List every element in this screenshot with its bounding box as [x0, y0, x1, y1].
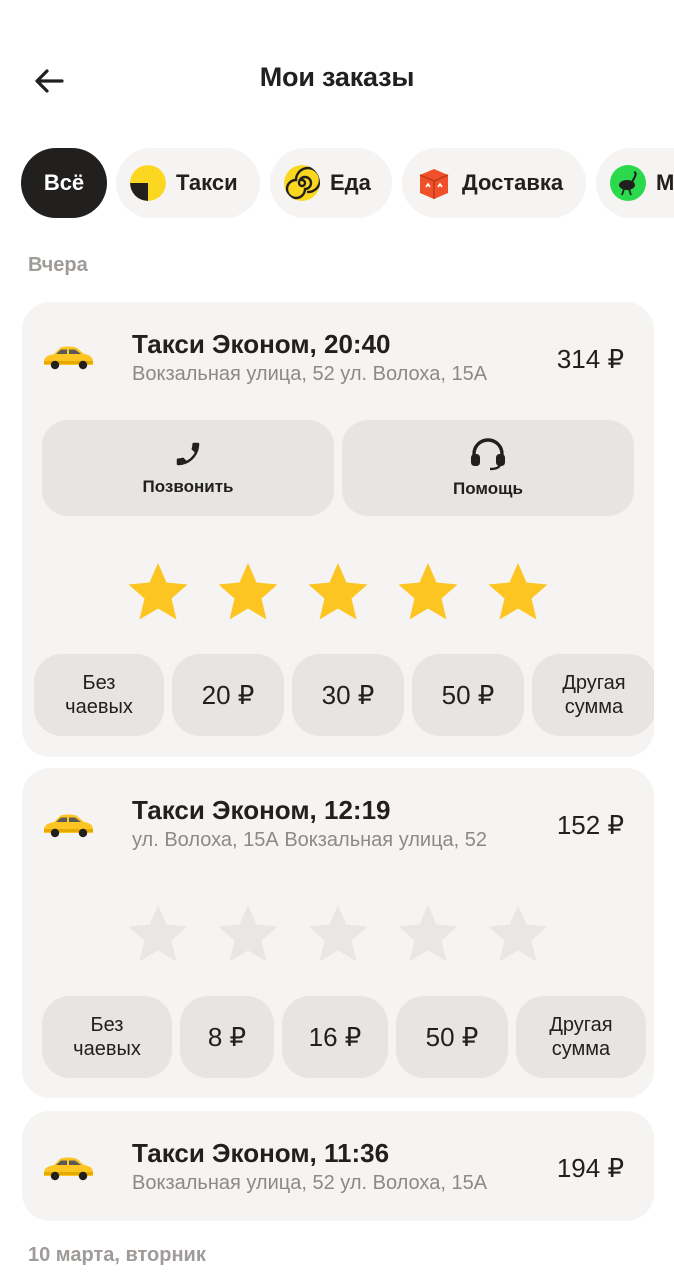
food-logo-icon	[284, 165, 320, 201]
delivery-logo-icon	[416, 165, 452, 201]
star-icon[interactable]	[126, 560, 190, 624]
taxi-logo-icon	[130, 165, 166, 201]
filter-chip-label: Еда	[330, 170, 371, 195]
tip-none-button[interactable]: Без чаевых	[42, 996, 172, 1078]
phone-icon	[176, 442, 200, 466]
market-logo-icon	[610, 165, 646, 201]
order-title: Такси Эконом, 20:40	[132, 329, 391, 359]
tip-custom-button[interactable]: Другая сумма	[532, 654, 654, 736]
star-icon[interactable]	[216, 560, 280, 624]
order-title: Такси Эконом, 12:19	[132, 795, 391, 825]
star-icon[interactable]	[396, 560, 460, 624]
star-icon[interactable]	[216, 902, 280, 966]
tip-30-button[interactable]: 30 ₽	[292, 654, 404, 736]
star-icon[interactable]	[486, 560, 550, 624]
filter-chip-label: Такси	[176, 170, 238, 195]
order-price: 152 ₽	[556, 810, 624, 840]
order-title: Такси Эконом, 11:36	[132, 1138, 390, 1168]
order-card[interactable]: Такси Эконом, 20:40 Вокзальная улица, 52…	[22, 302, 654, 757]
filter-chip-market[interactable]: М	[596, 148, 674, 218]
taxi-car-icon	[44, 814, 93, 838]
service-filter-bar: Всё Такси Еда Доставка М	[0, 148, 674, 220]
filter-chip-all[interactable]: Всё	[21, 148, 107, 218]
section-date-label: 10 марта, вторник	[28, 1244, 206, 1266]
rating-stars	[126, 902, 550, 966]
rating-stars	[126, 560, 550, 624]
filter-chip-taxi[interactable]: Такси	[116, 148, 260, 218]
taxi-car-icon	[44, 1157, 93, 1181]
order-card[interactable]: Такси Эконом, 11:36 Вокзальная улица, 52…	[22, 1111, 654, 1221]
filter-chip-label: Доставка	[462, 170, 564, 195]
filter-chip-food[interactable]: Еда	[270, 148, 392, 218]
section-date-label: Вчера	[28, 254, 88, 276]
order-price: 314 ₽	[556, 344, 624, 374]
headset-icon	[471, 438, 505, 471]
page-title: Мои заказы	[259, 62, 415, 92]
star-icon[interactable]	[126, 902, 190, 966]
order-route: ул. Волоха, 15А Вокзальная улица, 52	[132, 829, 488, 851]
tip-50-button[interactable]: 50 ₽	[396, 996, 508, 1078]
star-icon[interactable]	[396, 902, 460, 966]
filter-chip-label: Всё	[43, 170, 85, 195]
help-button[interactable]: Помощь	[342, 420, 634, 516]
tip-custom-button[interactable]: Другая сумма	[516, 996, 646, 1078]
filter-chip-label: М	[656, 170, 674, 195]
tip-50-button[interactable]: 50 ₽	[412, 654, 524, 736]
tip-16-button[interactable]: 16 ₽	[282, 996, 388, 1078]
order-route: Вокзальная улица, 52 ул. Волоха, 15А	[132, 1172, 488, 1194]
taxi-car-icon	[44, 346, 93, 370]
tip-8-button[interactable]: 8 ₽	[180, 996, 274, 1078]
order-card[interactable]: Такси Эконом, 12:19 ул. Волоха, 15А Вокз…	[22, 768, 654, 1098]
order-route: Вокзальная улица, 52 ул. Волоха, 15А	[132, 363, 488, 385]
tip-20-button[interactable]: 20 ₽	[172, 654, 284, 736]
star-icon[interactable]	[306, 560, 370, 624]
filter-chip-delivery[interactable]: Доставка	[402, 148, 586, 218]
call-button-label: Позвонить	[142, 477, 234, 496]
star-icon[interactable]	[306, 902, 370, 966]
help-button-label: Помощь	[453, 479, 523, 498]
header: Мои заказы	[0, 0, 674, 160]
call-button[interactable]: Позвонить	[42, 420, 334, 516]
tip-none-button[interactable]: Без чаевых	[34, 654, 164, 736]
order-price: 194 ₽	[556, 1153, 624, 1183]
star-icon[interactable]	[486, 902, 550, 966]
